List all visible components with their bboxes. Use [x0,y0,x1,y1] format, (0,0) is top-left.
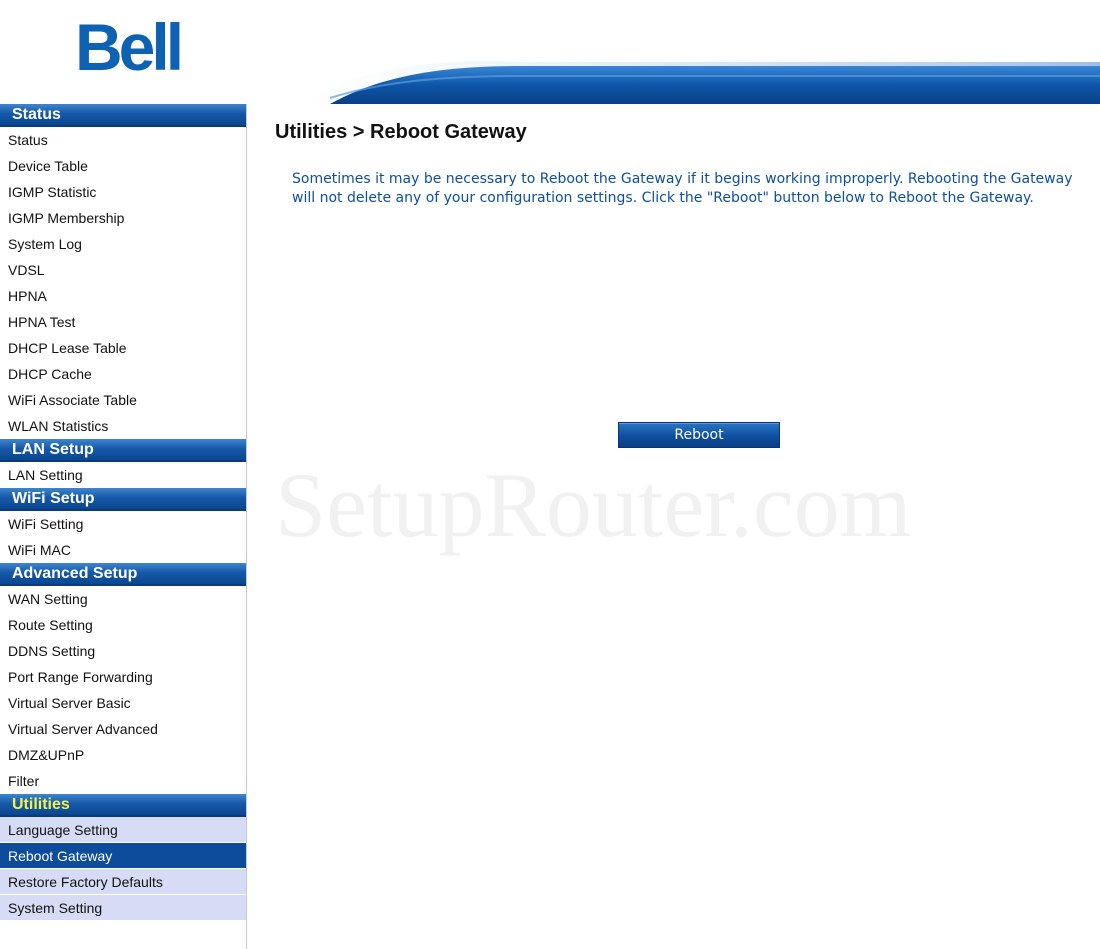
sidebar-item-status[interactable]: Status [0,127,246,153]
section-header-advanced-setup[interactable]: Advanced Setup [0,563,246,586]
sidebar-item-hpna[interactable]: HPNA [0,283,246,309]
sidebar-item-ddns-setting[interactable]: DDNS Setting [0,638,246,664]
page-title: Utilities > Reboot Gateway [275,121,527,143]
sidebar-item-dhcp-cache[interactable]: DHCP Cache [0,361,246,387]
sidebar-item-vdsl[interactable]: VDSL [0,257,246,283]
sidebar-item-wifi-mac[interactable]: WiFi MAC [0,537,246,563]
sidebar-nav: Status Status Device Table IGMP Statisti… [0,104,247,949]
sidebar-item-igmp-statistic[interactable]: IGMP Statistic [0,179,246,205]
sidebar-item-wifi-setting[interactable]: WiFi Setting [0,511,246,537]
sidebar-item-route-setting[interactable]: Route Setting [0,612,246,638]
sidebar-item-wifi-associate-table[interactable]: WiFi Associate Table [0,387,246,413]
sidebar-item-system-log[interactable]: System Log [0,231,246,257]
sidebar-item-dhcp-lease-table[interactable]: DHCP Lease Table [0,335,246,361]
sidebar-item-language-setting[interactable]: Language Setting [0,817,246,843]
sidebar-item-wan-setting[interactable]: WAN Setting [0,586,246,612]
sidebar-item-dmz-upnp[interactable]: DMZ&UPnP [0,742,246,768]
sidebar-item-system-setting[interactable]: System Setting [0,895,246,921]
reboot-button[interactable]: Reboot [618,422,780,448]
section-header-wifi-setup[interactable]: WiFi Setup [0,488,246,511]
sidebar-item-hpna-test[interactable]: HPNA Test [0,309,246,335]
section-header-lan-setup[interactable]: LAN Setup [0,439,246,462]
reboot-description: Sometimes it may be necessary to Reboot … [292,171,1073,206]
sidebar-item-device-table[interactable]: Device Table [0,153,246,179]
sidebar-item-virtual-server-basic[interactable]: Virtual Server Basic [0,690,246,716]
sidebar-item-filter[interactable]: Filter [0,768,246,794]
sidebar-item-restore-factory-defaults[interactable]: Restore Factory Defaults [0,869,246,895]
main-content: Utilities > Reboot Gateway Sometimes it … [248,104,1100,949]
sidebar-item-reboot-gateway[interactable]: Reboot Gateway [0,843,246,869]
sidebar-item-port-range-forwarding[interactable]: Port Range Forwarding [0,664,246,690]
section-header-utilities[interactable]: Utilities [0,794,246,817]
section-header-status[interactable]: Status [0,104,246,127]
sidebar-item-igmp-membership[interactable]: IGMP Membership [0,205,246,231]
blue-swoosh-banner-icon [300,61,1100,104]
sidebar-item-wlan-statistics[interactable]: WLAN Statistics [0,413,246,439]
sidebar-item-virtual-server-advanced[interactable]: Virtual Server Advanced [0,716,246,742]
header: Bell [0,0,1100,104]
sidebar-item-lan-setting[interactable]: LAN Setting [0,462,246,488]
